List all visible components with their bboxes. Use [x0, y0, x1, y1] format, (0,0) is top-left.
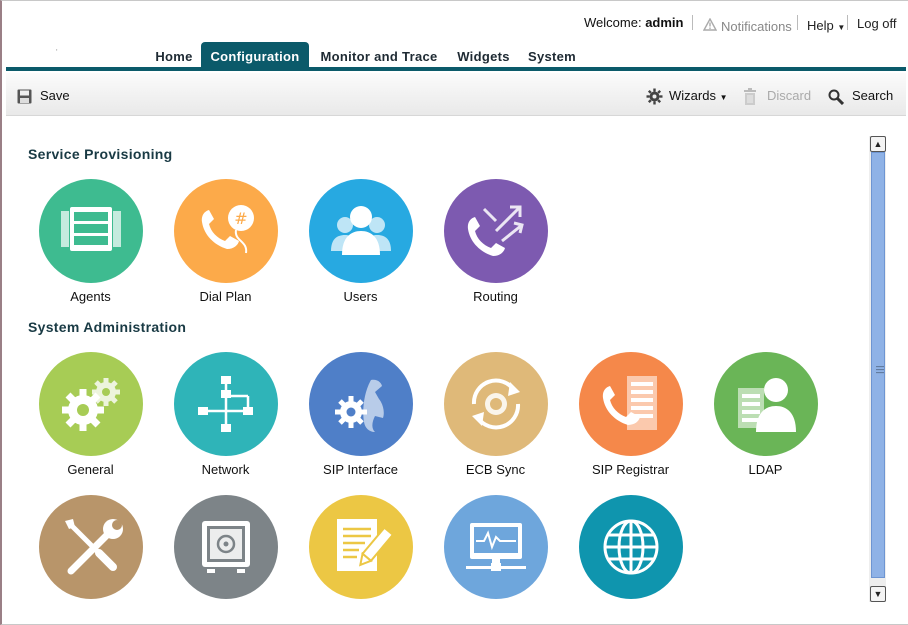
svg-text:#: # [234, 209, 247, 228]
tile-label: Routing [473, 289, 518, 304]
tile-sip-interface[interactable]: SIP Interface [293, 352, 428, 477]
wizards-label: Wizards [669, 88, 716, 103]
monitor-icon [443, 495, 548, 599]
divider [797, 15, 798, 30]
toolbar: Save Wizards ▼ Discard Search [6, 73, 906, 116]
ldap-icon [713, 352, 818, 456]
nav-underline [6, 67, 906, 71]
tab-configuration[interactable]: Configuration [201, 42, 309, 70]
tools-icon [38, 495, 143, 599]
tile-ldap[interactable]: LDAP [698, 352, 833, 477]
vertical-scrollbar[interactable]: ▲ — — — ▼ [869, 136, 886, 602]
tile-ecb-sync[interactable]: ECB Sync [428, 352, 563, 477]
tab-home[interactable]: Home [149, 42, 199, 70]
tile-network[interactable]: Network [158, 352, 293, 477]
divider [847, 15, 848, 30]
sip-interface-icon [308, 352, 413, 456]
sip-registrar-icon [578, 352, 683, 456]
tile-label: SIP Registrar [591, 462, 670, 477]
tile-tools[interactable] [23, 495, 158, 605]
wizards-menu[interactable]: Wizards ▼ [669, 88, 728, 103]
tab-widgets[interactable]: Widgets [450, 42, 517, 70]
section-system-administration: System Administration [28, 319, 187, 335]
network-icon [173, 352, 278, 456]
gear-icon [646, 88, 663, 110]
sync-icon [443, 352, 548, 456]
discard-button[interactable]: Discard [767, 88, 811, 103]
notifications-link[interactable]: Notifications [702, 17, 792, 34]
agents-icon [38, 179, 143, 283]
divider [692, 15, 693, 30]
tile-agents[interactable]: Agents [23, 179, 158, 304]
gears-icon [38, 352, 143, 456]
notifications-label: Notifications [721, 19, 792, 34]
caret-down-icon: ▼ [719, 93, 728, 102]
main-nav: Home Configuration Monitor and Trace Wid… [0, 38, 908, 70]
help-label: Help [807, 18, 834, 33]
help-menu[interactable]: Help ▼ [807, 18, 845, 33]
tile-label: Dial Plan [199, 289, 252, 304]
trash-icon [743, 88, 757, 110]
tile-label: General [67, 462, 114, 477]
tile-safe[interactable] [158, 495, 293, 605]
save-icon [17, 89, 32, 109]
tab-system[interactable]: System [522, 42, 582, 70]
tile-label: Agents [70, 289, 111, 304]
dial-plan-icon: # [173, 179, 278, 283]
top-bar: Welcome: admin Notifications Help ▼ Log … [0, 0, 908, 38]
caret-down-icon: ▼ [837, 23, 846, 32]
tile-label: ECB Sync [465, 462, 526, 477]
scroll-up-button[interactable]: ▲ [870, 136, 886, 152]
warning-icon [702, 17, 718, 34]
welcome-label: Welcome: [584, 15, 642, 30]
document-edit-icon [308, 495, 413, 599]
welcome-text: Welcome: admin [584, 15, 683, 30]
scroll-thumb[interactable]: — — — [871, 152, 885, 578]
users-icon [308, 179, 413, 283]
save-button[interactable]: Save [40, 88, 70, 103]
tile-general[interactable]: General [23, 352, 158, 477]
safe-icon [173, 495, 278, 599]
search-icon [828, 89, 845, 110]
tile-label: Network [201, 462, 250, 477]
tile-dial-plan[interactable]: # Dial Plan [158, 179, 293, 304]
section-service-provisioning: Service Provisioning [28, 146, 173, 162]
tile-routing[interactable]: Routing [428, 179, 563, 304]
globe-icon [578, 495, 683, 599]
tile-label: SIP Interface [323, 462, 398, 477]
username: admin [645, 15, 684, 30]
tile-label: Users [343, 289, 378, 304]
tile-monitor[interactable] [428, 495, 563, 605]
tile-users[interactable]: Users [293, 179, 428, 304]
search-button[interactable]: Search [852, 88, 893, 103]
scroll-down-button[interactable]: ▼ [870, 586, 886, 602]
tile-globe[interactable] [563, 495, 698, 605]
save-label: Save [40, 88, 70, 103]
grip-icon: — — — [876, 362, 884, 377]
tile-sip-registrar[interactable]: SIP Registrar [563, 352, 698, 477]
tab-monitor-and-trace[interactable]: Monitor and Trace [312, 42, 446, 70]
tile-label: LDAP [748, 462, 783, 477]
logoff-link[interactable]: Log off [857, 16, 897, 31]
tile-document-edit[interactable] [293, 495, 428, 605]
routing-icon [443, 179, 548, 283]
